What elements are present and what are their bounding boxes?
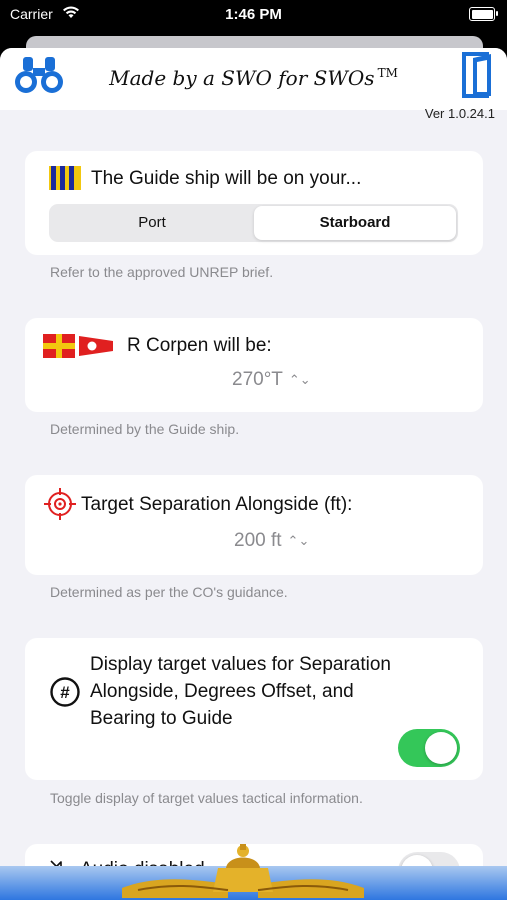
toggle-knob	[425, 732, 457, 764]
display-targets-line: Bearing to Guide	[90, 708, 233, 729]
chevron-updown-icon: ⌃⌄	[288, 371, 311, 387]
settings-sheet: Made by a SWO for SWOs TM Ver 1.0.24.1 Th…	[0, 48, 507, 900]
romeo-flag-icon	[43, 334, 75, 358]
separation-card: Target Separation Alongside (ft): 200 ft…	[25, 475, 483, 575]
side-segmented-control: Port Starboard	[49, 204, 458, 242]
clock: 1:46 PM	[225, 6, 282, 23]
tagline: Made by a SWO for SWOs TM	[0, 66, 507, 90]
guide-ship-title: The Guide ship will be on your...	[91, 168, 362, 189]
segment-starboard[interactable]: Starboard	[254, 206, 456, 240]
display-targets-line: Alongside, Degrees Offset, and	[90, 681, 354, 702]
separation-picker[interactable]: 200 ft ⌃⌄	[234, 530, 309, 552]
display-targets-line: Display target values for Separation	[90, 654, 391, 675]
display-targets-card: # Display target values for Separation A…	[25, 638, 483, 780]
guide-ship-card: The Guide ship will be on your... Port S…	[25, 151, 483, 255]
display-targets-note: Toggle display of target values tactical…	[50, 790, 363, 806]
corpen-title: R Corpen will be:	[127, 335, 272, 356]
separation-title: Target Separation Alongside (ft):	[81, 494, 353, 515]
svg-text:#: #	[60, 683, 70, 702]
separation-note: Determined as per the CO's guidance.	[50, 584, 288, 600]
display-targets-label: Display target values for Separation Alo…	[90, 651, 391, 732]
trademark: TM	[377, 66, 398, 81]
chevron-updown-icon: ⌃⌄	[287, 532, 310, 548]
separation-value: 200 ft	[234, 530, 282, 551]
target-icon	[44, 488, 76, 520]
corpen-card: R Corpen will be: 270°T ⌃⌄	[25, 318, 483, 412]
corpen-value: 270°T	[232, 369, 283, 390]
emblem-icon	[122, 844, 364, 898]
number-sign-icon: #	[50, 677, 80, 707]
app-header: Made by a SWO for SWOs TM	[0, 48, 507, 110]
corpen-picker[interactable]: 270°T ⌃⌄	[232, 369, 311, 391]
guide-ship-note: Refer to the approved UNREP brief.	[50, 264, 274, 280]
book-icon[interactable]	[461, 52, 495, 98]
battery-icon	[469, 7, 498, 21]
segment-port[interactable]: Port	[51, 206, 253, 240]
version-label: Ver 1.0.24.1	[424, 106, 495, 121]
status-bar: Carrier 1:46 PM	[0, 0, 507, 30]
corpen-pennant-icon	[79, 336, 113, 356]
corpen-note: Determined by the Guide ship.	[50, 421, 240, 437]
guide-flag-icon	[49, 166, 81, 190]
display-targets-toggle[interactable]	[398, 729, 460, 767]
tagline-text: Made by a SWO for SWOs	[109, 66, 375, 90]
